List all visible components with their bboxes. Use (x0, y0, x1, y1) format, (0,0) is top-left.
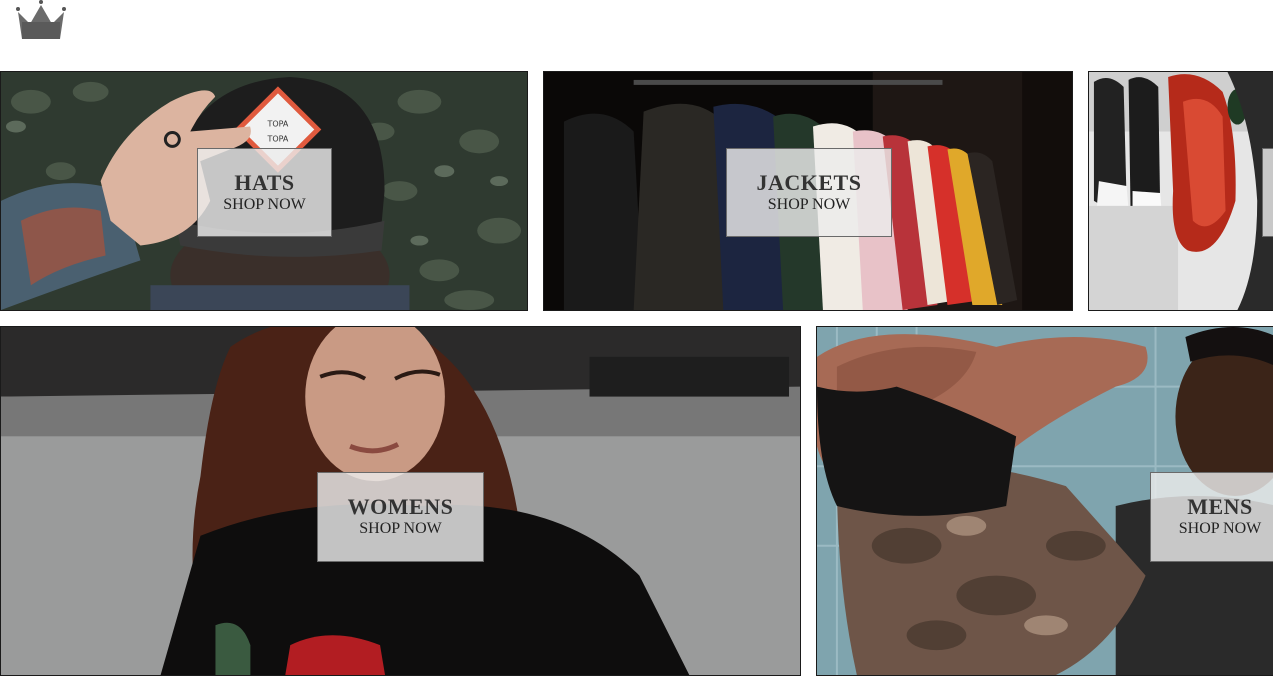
category-tile-mens[interactable]: MENS SHOP NOW (816, 326, 1273, 676)
category-tile-womens[interactable]: WOMENS SHOP NOW (0, 326, 801, 676)
shop-now-link[interactable]: SHOP NOW (223, 195, 306, 215)
crown-logo-icon[interactable] (14, 0, 68, 42)
mens-label-box[interactable]: MENS SHOP NOW (1150, 472, 1273, 562)
category-title: WOMENS (347, 494, 454, 519)
shoes-label-box[interactable] (1262, 148, 1273, 237)
jackets-label-box[interactable]: JACKETS SHOP NOW (726, 148, 892, 237)
shop-now-link[interactable]: SHOP NOW (1179, 519, 1262, 539)
category-tile-hats[interactable]: TOPA TOPA HATS SHOP NOW (0, 71, 528, 311)
category-tile-shoes[interactable] (1088, 71, 1273, 311)
hats-label-box[interactable]: HATS SHOP NOW (197, 148, 332, 237)
category-title: JACKETS (756, 169, 862, 195)
svg-text:TOPA: TOPA (267, 120, 289, 129)
shoes-photo (1089, 72, 1273, 310)
svg-text:TOPA: TOPA (267, 134, 289, 143)
shop-now-link[interactable]: SHOP NOW (768, 195, 851, 215)
womens-label-box[interactable]: WOMENS SHOP NOW (317, 472, 484, 562)
category-title: MENS (1187, 494, 1253, 519)
category-tile-jackets[interactable]: JACKETS SHOP NOW (543, 71, 1073, 311)
shop-now-link[interactable]: SHOP NOW (359, 519, 442, 539)
category-title: HATS (234, 169, 295, 195)
